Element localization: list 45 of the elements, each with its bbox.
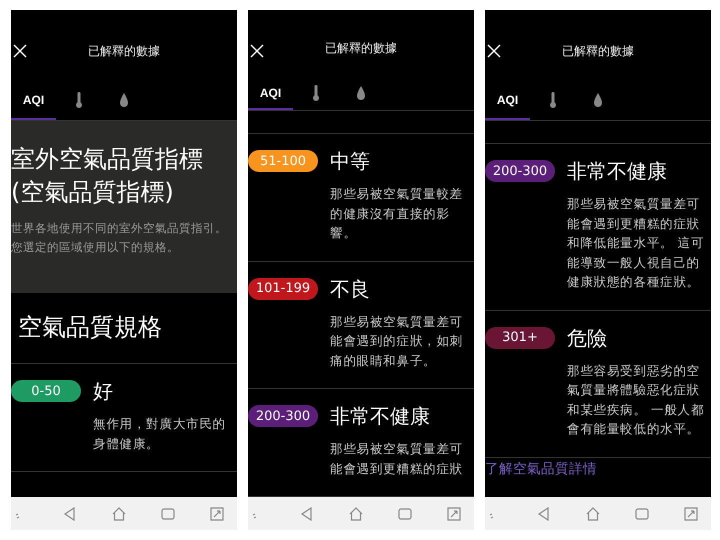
range-badge: 101-199 bbox=[248, 278, 318, 300]
drop-icon bbox=[356, 84, 366, 102]
level-title: 不良 bbox=[330, 276, 371, 302]
thermometer-icon bbox=[74, 91, 84, 109]
screen-title: 已解釋的數據 bbox=[562, 42, 634, 60]
close-icon[interactable] bbox=[13, 44, 27, 58]
expand-icon[interactable] bbox=[446, 506, 462, 522]
range-badge: 51-100 bbox=[248, 150, 318, 172]
level-description: 那些易被空氣質量差可能會遇到的症狀，如刺痛的眼睛和鼻子。 bbox=[330, 312, 464, 370]
screen-title: 已解釋的數據 bbox=[325, 40, 397, 58]
thermometer-icon bbox=[548, 91, 558, 109]
intro-heading: 室外空氣品質指標(空氣品質指標) bbox=[11, 144, 204, 208]
level-description: 那些容易受到惡劣的空氣質量將體驗惡化症狀和某些疾病。 一般人都會有能量較低的水平。 bbox=[567, 362, 706, 438]
close-icon[interactable] bbox=[487, 44, 501, 58]
drop-icon bbox=[592, 91, 602, 109]
section-heading: 空氣品質規格 bbox=[17, 312, 163, 343]
screen-title: 已解釋的數據 bbox=[88, 42, 160, 60]
expand-icon[interactable] bbox=[209, 506, 225, 522]
range-badge: 301+ bbox=[485, 326, 555, 348]
tab[interactable]: AQI bbox=[485, 82, 530, 120]
level-title: 好 bbox=[93, 378, 114, 405]
close-icon[interactable] bbox=[250, 44, 264, 58]
recent-apps-icon[interactable] bbox=[634, 506, 650, 522]
drop-icon bbox=[118, 91, 128, 109]
range-badge: 200-300 bbox=[485, 160, 555, 182]
home-icon[interactable] bbox=[348, 506, 364, 522]
tab[interactable]: AQI bbox=[248, 78, 293, 110]
recent-apps-icon[interactable] bbox=[397, 506, 413, 522]
home-icon[interactable] bbox=[585, 506, 601, 522]
expand-icon[interactable] bbox=[683, 506, 699, 522]
level-description: 無作用，對廣大市民的身體健康。 bbox=[93, 415, 227, 452]
range-badge: 0-50 bbox=[11, 380, 81, 402]
thermometer-icon bbox=[310, 84, 320, 102]
intro-text: 世界各地使用不同的室外空氣品質指引。您選定的區域使用以下的規格。 bbox=[11, 220, 228, 256]
recent-apps-icon[interactable] bbox=[160, 506, 176, 522]
level-title: 危險 bbox=[567, 324, 608, 352]
level-title: 中等 bbox=[330, 148, 371, 175]
level-description: 那些易被空氣質量差可能會遇到更糟糕的症狀和降低能量水平。 這可能導致一般人視自己的健康狀態的各種症狀。 bbox=[567, 195, 706, 291]
range-badge: 200-300 bbox=[248, 405, 318, 427]
level-title: 非常不健康 bbox=[567, 158, 668, 185]
level-description: 那些易被空氣質量較差的健康沒有直接的影響。 bbox=[330, 185, 464, 242]
level-title: 非常不健康 bbox=[330, 403, 431, 430]
level-description: 那些易被空氣質量差可能會遇到更糟糕的症狀 bbox=[330, 440, 464, 478]
learn-more-link[interactable]: 了解空氣品質詳情 bbox=[485, 460, 597, 476]
home-icon[interactable] bbox=[111, 506, 127, 522]
